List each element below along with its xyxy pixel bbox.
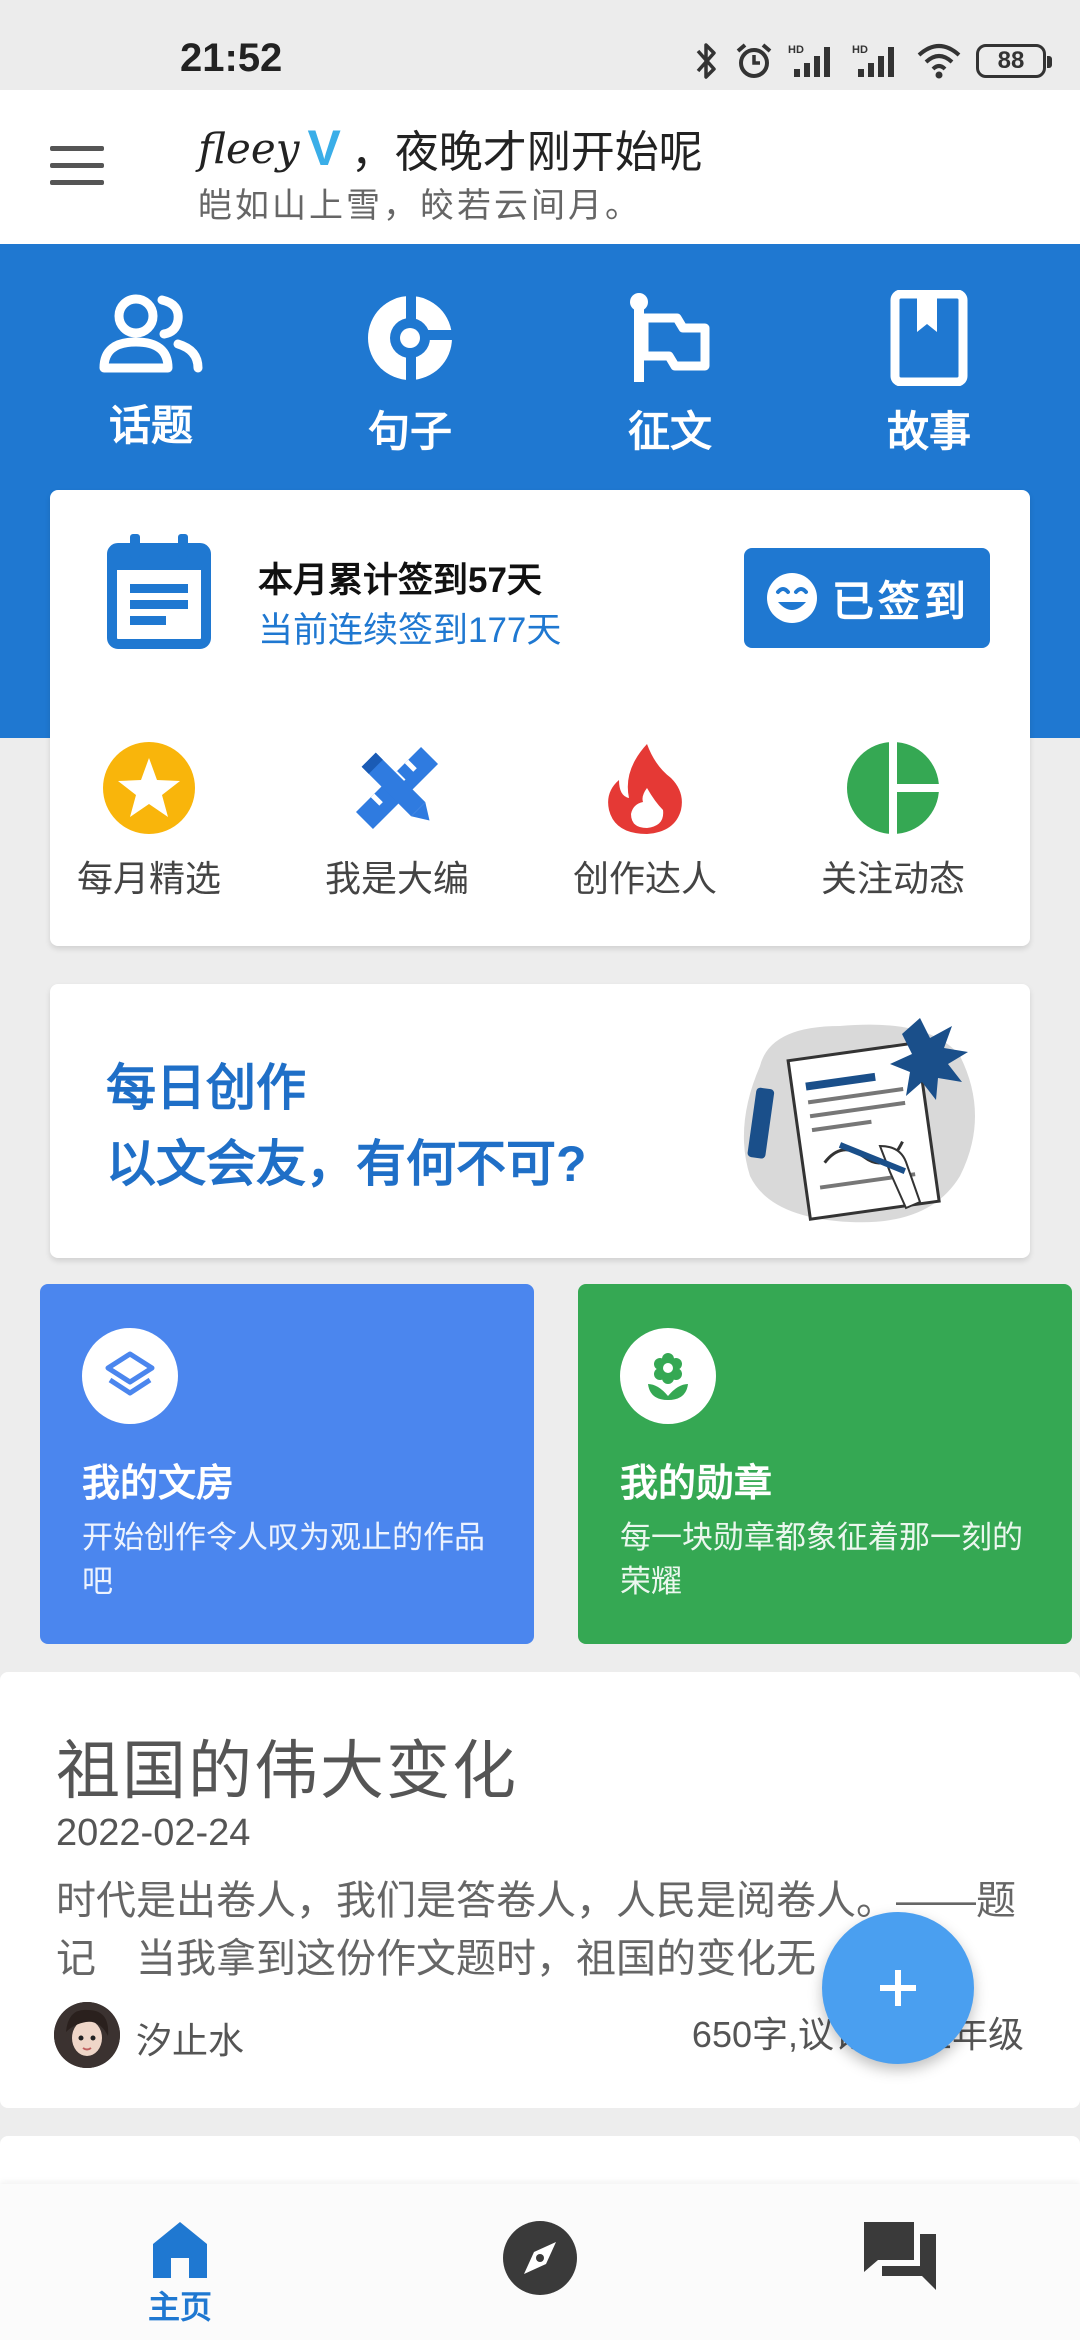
star-icon bbox=[103, 742, 195, 834]
tile-title: 我的勋章 bbox=[620, 1463, 773, 1505]
tile-icon-wrap bbox=[82, 1328, 178, 1424]
plus-icon bbox=[880, 1970, 916, 2006]
feature-label: 每月精选 bbox=[76, 858, 221, 899]
quote-icon bbox=[368, 294, 456, 384]
greeting: fleey V ，夜晚才刚开始呢 bbox=[198, 116, 703, 180]
app-header: fleey V ，夜晚才刚开始呢 皑如山上雪，皎若云间月。 bbox=[0, 90, 1080, 244]
battery-indicator: 88 bbox=[976, 44, 1052, 78]
home-icon bbox=[153, 2222, 207, 2278]
article-author[interactable]: 汐止水 bbox=[136, 2012, 244, 2064]
nav-sentences-label: 句子 bbox=[367, 408, 452, 455]
bottom-nav: 主页 bbox=[0, 2184, 1080, 2340]
status-time: 21:52 bbox=[180, 36, 283, 80]
username[interactable]: fleey bbox=[198, 124, 299, 173]
add-post-button[interactable] bbox=[822, 1912, 974, 2064]
calendar-icon bbox=[107, 534, 211, 649]
feature-creators[interactable]: 创作达人 bbox=[540, 740, 750, 902]
status-bar: 21:52 HD HD 88 bbox=[0, 0, 1080, 90]
wifi-icon bbox=[917, 44, 961, 79]
chat-icon bbox=[864, 2222, 936, 2290]
flag-icon bbox=[630, 293, 710, 382]
tab-messages[interactable] bbox=[840, 2218, 960, 2294]
monthly-checkin-count: 本月累计签到57天 bbox=[258, 561, 542, 600]
avatar-image bbox=[54, 2002, 120, 2068]
checkin-button[interactable]: 已签到 bbox=[744, 548, 990, 648]
tab-home-label: 主页 bbox=[147, 2289, 212, 2325]
users-icon bbox=[99, 294, 203, 373]
pencil-ruler-icon bbox=[355, 746, 439, 830]
article-date: 2022-02-24 bbox=[56, 1812, 251, 1854]
nav-sentences[interactable]: 句子 bbox=[330, 290, 490, 459]
svg-text:HD: HD bbox=[788, 44, 804, 56]
flower-icon bbox=[648, 1353, 688, 1400]
nav-stories[interactable]: 故事 bbox=[849, 290, 1009, 459]
tab-discover[interactable] bbox=[480, 2218, 600, 2298]
writing-illustration bbox=[743, 1018, 975, 1223]
smile-icon bbox=[766, 573, 817, 623]
feature-label: 关注动态 bbox=[820, 858, 965, 899]
signal-icon: HD bbox=[788, 44, 830, 77]
signal-icon-2: HD bbox=[852, 44, 894, 77]
checkin-streak: 当前连续签到177天 bbox=[258, 611, 562, 650]
avatar[interactable] bbox=[54, 2002, 120, 2068]
poem-subtitle: 皑如山上雪，皎若云间月。 bbox=[198, 187, 642, 225]
fire-icon bbox=[608, 744, 682, 834]
layers-icon bbox=[105, 1351, 155, 1396]
my-medals-tile[interactable]: 我的勋章 每一块勋章都象征着那一刻的荣耀 bbox=[578, 1284, 1072, 1644]
banner-text: 每日创作 以文会友，有何不可? bbox=[106, 1050, 587, 1202]
greeting-text: ，夜晚才刚开始呢 bbox=[350, 128, 703, 177]
book-icon bbox=[890, 290, 968, 386]
compass-icon bbox=[503, 2221, 577, 2295]
pie-icon bbox=[847, 742, 939, 834]
my-studio-tile[interactable]: 我的文房 开始创作令人叹为观止的作品吧 bbox=[40, 1284, 534, 1644]
checkin-button-label: 已签到 bbox=[831, 577, 970, 625]
feature-monthly-picks[interactable]: 每月精选 bbox=[44, 740, 254, 902]
verified-badge-icon: V bbox=[307, 120, 341, 176]
tile-description: 每一块勋章都象征着那一刻的荣耀 bbox=[620, 1520, 1023, 1599]
feature-label: 创作达人 bbox=[572, 858, 717, 899]
bluetooth-icon bbox=[696, 43, 716, 79]
tile-icon-wrap bbox=[620, 1328, 716, 1424]
feature-following[interactable]: 关注动态 bbox=[788, 740, 998, 902]
top-nav: 话题 句子 征文 故事 bbox=[0, 244, 1080, 489]
banner-line-2: 以文会友，有何不可? bbox=[106, 1136, 587, 1192]
tab-home[interactable]: 主页 bbox=[120, 2218, 240, 2328]
banner-line-1: 每日创作 bbox=[106, 1060, 306, 1116]
alarm-icon bbox=[736, 43, 772, 78]
daily-writing-banner[interactable]: 每日创作 以文会友，有何不可? bbox=[50, 984, 1030, 1258]
nav-topics[interactable]: 话题 bbox=[71, 290, 231, 453]
signin-card: 本月累计签到57天 当前连续签到177天 已签到 每月精选 我是大编 创作达人 bbox=[50, 490, 1030, 946]
feature-editor[interactable]: 我是大编 bbox=[292, 740, 502, 902]
tile-title: 我的文房 bbox=[82, 1463, 235, 1505]
menu-icon[interactable] bbox=[50, 146, 104, 186]
nav-topics-label: 话题 bbox=[108, 402, 193, 449]
nav-essay-contest[interactable]: 征文 bbox=[590, 290, 750, 459]
nav-essay-contest-label: 征文 bbox=[627, 408, 712, 455]
svg-text:HD: HD bbox=[852, 44, 868, 56]
tile-description: 开始创作令人叹为观止的作品吧 bbox=[82, 1520, 485, 1599]
feature-label: 我是大编 bbox=[324, 858, 469, 899]
status-icons: HD HD 88 bbox=[694, 36, 1052, 86]
article-title: 祖国的伟大变化 bbox=[56, 1735, 518, 1807]
nav-stories-label: 故事 bbox=[886, 408, 971, 455]
